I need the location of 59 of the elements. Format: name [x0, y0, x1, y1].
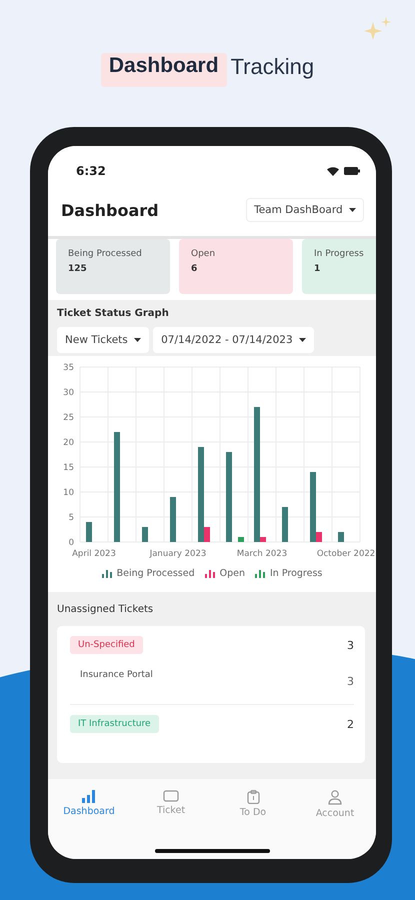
battery-icon: [344, 167, 360, 175]
chart-bar: [338, 532, 344, 542]
category-tag: Un-Specified: [70, 636, 143, 654]
filter-dropdown[interactable]: New Tickets: [57, 327, 150, 353]
axis-label: 10: [63, 488, 74, 498]
project-name[interactable]: Insurance Portal: [80, 670, 153, 688]
axis-label: October 2022: [316, 549, 376, 559]
axis-label: 20: [63, 438, 74, 448]
legend-bar-icon: [254, 569, 265, 578]
card-value: 6: [191, 264, 198, 274]
legend-label: In Progress: [270, 568, 322, 579]
section-title: Unassigned Tickets: [57, 604, 154, 615]
person-icon: [328, 790, 342, 805]
axis-label: 35: [63, 363, 74, 373]
ticket-count: 2: [347, 718, 354, 730]
chart-bar: [142, 527, 148, 542]
axis-label: 0: [68, 538, 74, 548]
axis-label: 15: [63, 463, 74, 473]
axis-label: April 2023: [72, 549, 116, 559]
caret-icon: [298, 338, 306, 342]
axis-label: 5: [68, 513, 74, 523]
team-dropdown[interactable]: Team DashBoard: [246, 198, 364, 222]
card-label: Open: [191, 249, 216, 259]
clipboard-icon: [246, 790, 260, 804]
card-label: In Progress: [314, 249, 365, 259]
legend-label: Open: [220, 568, 245, 579]
chart-bar: [86, 522, 92, 542]
axis-label: March 2023: [236, 549, 288, 559]
card-value: 125: [68, 264, 88, 274]
chart-bar: [282, 507, 288, 542]
section-title: Ticket Status Graph: [57, 308, 170, 319]
card-label: Being Processed: [68, 249, 143, 259]
legend-label: Being Processed: [116, 568, 195, 579]
category-tag: IT Infrastructure: [70, 715, 159, 733]
legend-bar-icon: [204, 569, 215, 578]
ticket-icon: [163, 790, 179, 802]
sparkle-icon: [363, 16, 393, 42]
headline-highlight: Dashboard: [100, 53, 227, 87]
nav-tab[interactable]: Dashboard: [54, 789, 124, 818]
filter-dropdown[interactable]: 07/14/2022 - 07/14/2023: [153, 327, 314, 353]
status-time: 6:32: [76, 164, 106, 178]
legend-bar-icon: [102, 569, 112, 578]
ticket-count: 3: [347, 674, 354, 688]
axis-label: January 2023: [150, 549, 206, 559]
caret-icon: [349, 208, 356, 212]
summary-card[interactable]: Open 6: [179, 239, 293, 294]
wifi-icon: [327, 166, 339, 176]
chart-bar: [238, 537, 244, 542]
summary-card[interactable]: In Progress 1: [302, 239, 376, 294]
caret-icon: [134, 338, 142, 342]
axis-label: 30: [63, 388, 74, 398]
chart-bar: [170, 497, 176, 542]
axis-label: 25: [63, 413, 74, 423]
ticket-count: 3: [347, 638, 354, 652]
bar-chart-icon: [82, 790, 96, 803]
headline-text: Tracking: [230, 53, 314, 81]
card-value: 1: [314, 264, 322, 274]
summary-card[interactable]: Being Processed 125: [56, 239, 170, 294]
page-title: Dashboard: [61, 200, 159, 220]
